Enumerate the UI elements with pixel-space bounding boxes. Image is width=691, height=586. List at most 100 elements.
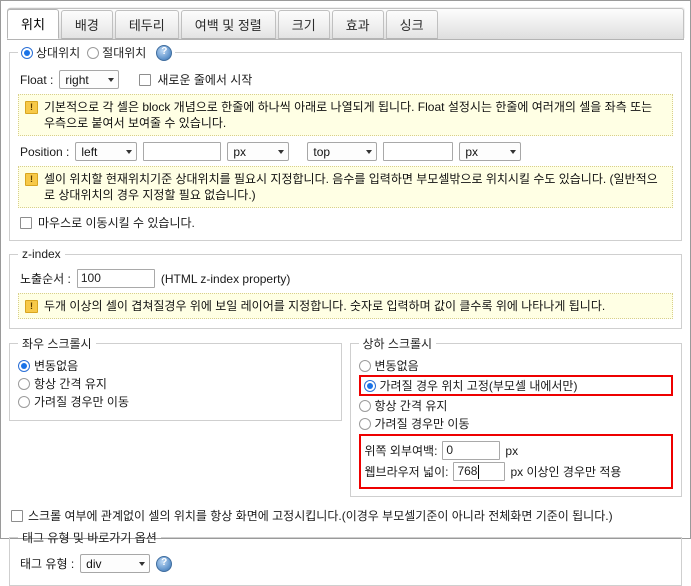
- radio-absolute-position[interactable]: [87, 46, 100, 59]
- tab-background-label: 배경: [74, 18, 99, 33]
- tab-sync-label: 싱크: [399, 18, 424, 33]
- v-scroll-label-fix-when-hidden: 가려질 경우 위치 고정(부모셀 내에서만): [379, 379, 578, 393]
- newline-start-checkbox[interactable]: [139, 73, 152, 86]
- float-notice-text: 기본적으로 각 셀은 block 개념으로 한줄에 하나씩 아래로 나열되게 됩…: [44, 100, 653, 130]
- v-scroll-option-keep-gap[interactable]: 항상 간격 유지: [358, 397, 674, 414]
- zindex-order-row: 노출순서 : 100 (HTML z-index property): [20, 269, 673, 288]
- zindex-fieldset: z-index 노출순서 : 100 (HTML z-index propert…: [9, 247, 682, 329]
- zindex-notice: ! 두개 이상의 셀이 겹쳐질경우 위에 보일 레이어를 지정합니다. 숫자로 …: [18, 293, 673, 319]
- always-fixed-row: 스크롤 여부에 관계없이 셀의 위치를 항상 화면에 고정시킵니다.(이경우 부…: [11, 507, 680, 524]
- zindex-property-hint: (HTML z-index property): [160, 271, 291, 286]
- horizontal-scroll-fieldset: 좌우 스크롤시 변동없음 항상 간격 유지 가려질 경우만 이동: [9, 335, 342, 421]
- tab-border-label: 테두리: [128, 18, 165, 33]
- browser-width-input[interactable]: 768: [453, 462, 506, 481]
- top-margin-row: 위쪽 외부여백: 0 px: [365, 441, 668, 460]
- tab-strip: 위치 배경 테두리 여백 및 정렬 크기 효과 싱크: [7, 7, 684, 40]
- v-scroll-label-keep-gap: 항상 간격 유지: [374, 399, 448, 413]
- h-scroll-radio-move-when-hidden[interactable]: [18, 395, 30, 408]
- v-scroll-label-none: 변동없음: [374, 359, 419, 373]
- horizontal-scroll-legend: 좌우 스크롤시: [22, 337, 92, 351]
- v-scroll-radio-none[interactable]: [358, 359, 371, 372]
- zindex-legend: z-index: [22, 247, 61, 261]
- position-notice: ! 셀이 위치할 현재위치기준 상대위치를 필요시 지정합니다. 음수를 입력하…: [18, 166, 673, 208]
- tag-type-row: 태그 유형 : div ?: [20, 554, 673, 573]
- radio-relative-position[interactable]: [21, 46, 33, 59]
- position-row: Position : left px top px: [20, 142, 673, 161]
- mouse-move-label: 마우스로 이동시킬 수 있습니다.: [38, 216, 195, 230]
- float-row: Float : right 새로운 줄에서 시작: [20, 70, 673, 89]
- zindex-order-input[interactable]: 100: [76, 269, 155, 288]
- tag-type-label: 태그 유형 :: [20, 557, 75, 571]
- position-x-side-select[interactable]: left: [75, 142, 138, 161]
- mouse-move-checkbox[interactable]: [20, 216, 32, 229]
- h-scroll-label-none: 변동없음: [34, 359, 79, 373]
- vertical-scroll-fieldset: 상하 스크롤시 변동없음 가려질 경우 위치 고정(부모셀 내에서만) 항상 간…: [349, 335, 682, 497]
- tab-background[interactable]: 배경: [60, 10, 113, 39]
- h-scroll-option-none[interactable]: 변동없음: [18, 357, 333, 374]
- h-scroll-radio-keep-gap[interactable]: [18, 377, 30, 390]
- position-y-side-select[interactable]: top: [307, 142, 378, 161]
- tab-position[interactable]: 위치: [7, 9, 59, 39]
- position-notice-text: 셀이 위치할 현재위치기준 상대위치를 필요시 지정합니다. 음수를 입력하면 …: [44, 172, 658, 202]
- top-margin-label: 위쪽 외부여백:: [364, 444, 438, 458]
- radio-relative-position-label: 상대위치: [36, 46, 81, 60]
- vertical-scroll-legend: 상하 스크롤시: [362, 337, 433, 351]
- v-scroll-radio-move-when-hidden[interactable]: [358, 417, 371, 430]
- position-label: Position :: [20, 144, 70, 159]
- h-scroll-radio-none[interactable]: [18, 359, 30, 372]
- top-margin-unit: px: [505, 443, 519, 458]
- tab-margin-align[interactable]: 여백 및 정렬: [180, 10, 276, 39]
- zindex-notice-text: 두개 이상의 셀이 겹쳐질경우 위에 보일 레이어를 지정합니다. 숫자로 입력…: [44, 299, 606, 313]
- scroll-options-columns: 좌우 스크롤시 변동없음 항상 간격 유지 가려질 경우만 이동 상하 스크롤시: [9, 335, 682, 501]
- vertical-scroll-offsets-group: 위쪽 외부여백: 0 px 웹브라우저 넓이: 768 px 이상인 경우만 적…: [358, 434, 673, 489]
- cell-position-settings-dialog: 위치 배경 테두리 여백 및 정렬 크기 효과 싱크 상대위치 절대위치 ? F…: [0, 0, 691, 586]
- v-scroll-option-fix-when-hidden[interactable]: 가려질 경우 위치 고정(부모셀 내에서만): [358, 375, 673, 396]
- help-question-icon[interactable]: ?: [156, 44, 173, 61]
- tab-border[interactable]: 테두리: [114, 10, 179, 39]
- tab-position-label: 위치: [21, 17, 45, 32]
- help-question-icon[interactable]: ?: [156, 555, 173, 572]
- position-y-unit-select[interactable]: px: [459, 142, 522, 161]
- h-scroll-option-keep-gap[interactable]: 항상 간격 유지: [18, 375, 333, 392]
- warning-icon: !: [25, 101, 38, 114]
- newline-start-label: 새로운 줄에서 시작: [157, 73, 253, 87]
- position-x-unit-select[interactable]: px: [227, 142, 290, 161]
- h-scroll-option-move-when-hidden[interactable]: 가려질 경우만 이동: [18, 393, 333, 410]
- tab-size[interactable]: 크기: [277, 10, 330, 39]
- float-label: Float :: [20, 72, 54, 87]
- v-scroll-option-none[interactable]: 변동없음: [358, 357, 674, 374]
- browser-width-row: 웹브라우저 넓이: 768 px 이상인 경우만 적용: [365, 462, 668, 481]
- radio-absolute-position-label: 절대위치: [102, 46, 147, 60]
- browser-width-suffix: px 이상인 경우만 적용: [510, 465, 622, 479]
- tab-sync[interactable]: 싱크: [385, 10, 438, 39]
- float-notice: ! 기본적으로 각 셀은 block 개념으로 한줄에 하나씩 아래로 나열되게…: [18, 94, 673, 136]
- browser-width-label: 웹브라우저 넓이:: [364, 465, 449, 479]
- float-select[interactable]: right: [59, 70, 120, 89]
- tag-options-legend: 태그 유형 및 바로가기 옵션: [22, 531, 157, 545]
- v-scroll-radio-keep-gap[interactable]: [358, 399, 371, 412]
- tag-type-select[interactable]: div: [80, 554, 151, 573]
- h-scroll-label-move-when-hidden: 가려질 경우만 이동: [34, 395, 129, 409]
- warning-icon: !: [25, 173, 38, 186]
- position-fieldset-legend: 상대위치 절대위치 ?: [18, 43, 175, 62]
- v-scroll-radio-fix-when-hidden[interactable]: [363, 379, 376, 392]
- tab-content-position: 상대위치 절대위치 ? Float : right 새로운 줄에서 시작 ! 기…: [1, 39, 690, 586]
- zindex-order-label: 노출순서 :: [20, 272, 71, 286]
- position-y-value-input[interactable]: [383, 142, 454, 161]
- v-scroll-label-move-when-hidden: 가려질 경우만 이동: [374, 417, 470, 431]
- mouse-move-row: 마우스로 이동시킬 수 있습니다.: [20, 214, 673, 231]
- h-scroll-label-keep-gap: 항상 간격 유지: [34, 377, 107, 391]
- tab-size-label: 크기: [291, 18, 316, 33]
- v-scroll-option-move-when-hidden[interactable]: 가려질 경우만 이동: [358, 415, 674, 432]
- warning-icon: !: [25, 300, 38, 313]
- position-x-value-input[interactable]: [143, 142, 222, 161]
- tag-options-fieldset: 태그 유형 및 바로가기 옵션 태그 유형 : div ?: [9, 529, 682, 586]
- tab-margin-align-label: 여백 및 정렬: [194, 18, 262, 33]
- always-fixed-checkbox[interactable]: [11, 509, 23, 522]
- always-fixed-label: 스크롤 여부에 관계없이 셀의 위치를 항상 화면에 고정시킵니다.(이경우 부…: [28, 509, 613, 523]
- position-fieldset: 상대위치 절대위치 ? Float : right 새로운 줄에서 시작 ! 기…: [9, 43, 682, 241]
- tab-effect-label: 효과: [345, 18, 370, 33]
- tab-effect[interactable]: 효과: [331, 10, 384, 39]
- top-margin-input[interactable]: 0: [442, 441, 501, 460]
- tab-bar: 위치 배경 테두리 여백 및 정렬 크기 효과 싱크: [1, 1, 690, 40]
